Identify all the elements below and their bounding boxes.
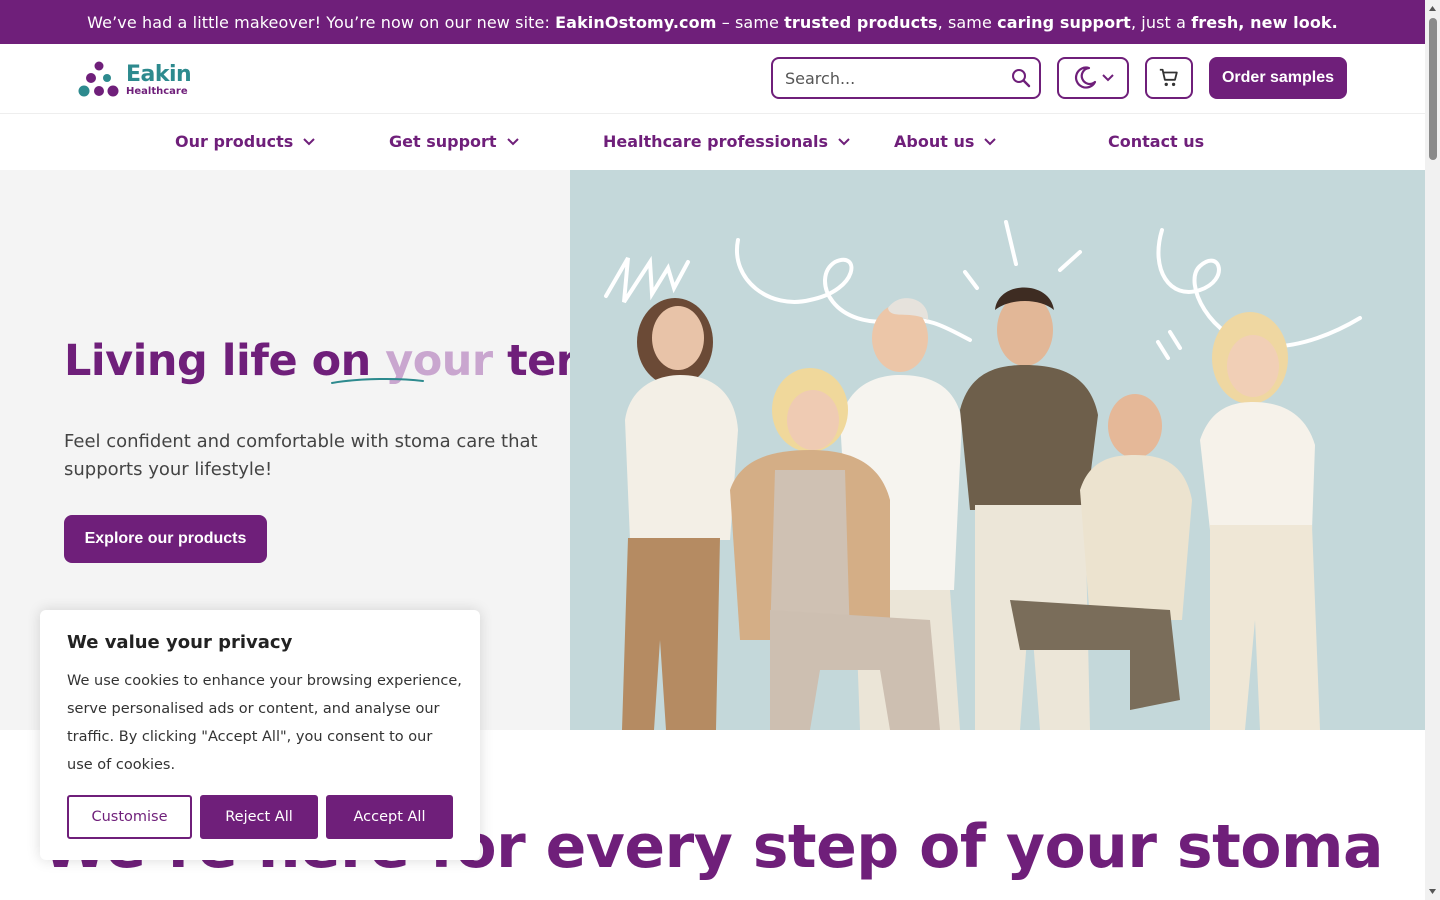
hero-subtitle: Feel confident and comfortable with stom… bbox=[64, 431, 538, 480]
logo-mark-icon bbox=[78, 61, 119, 97]
accept-all-button[interactable]: Accept All bbox=[326, 795, 453, 839]
crescent-moon-icon bbox=[1074, 66, 1097, 89]
hero-image bbox=[570, 170, 1425, 730]
nav-item-contact-us[interactable]: Contact us bbox=[1108, 132, 1204, 151]
cookie-consent-banner: We value your privacy We use cookies to … bbox=[40, 610, 480, 860]
page-scrollbar[interactable] bbox=[1425, 0, 1440, 900]
announcement-site-link[interactable]: EakinOstomy.com bbox=[555, 13, 716, 32]
nav-item-our-products[interactable]: Our products bbox=[175, 132, 316, 151]
scroll-down-arrow-icon[interactable] bbox=[1428, 887, 1437, 896]
order-samples-button[interactable]: Order samples bbox=[1209, 57, 1347, 99]
chevron-down-icon bbox=[838, 137, 850, 145]
logo[interactable]: Eakin Healthcare bbox=[78, 60, 198, 100]
theme-toggle-button[interactable] bbox=[1057, 57, 1129, 99]
chevron-down-icon bbox=[303, 137, 316, 145]
chevron-down-icon bbox=[984, 137, 997, 145]
nav-item-about-us[interactable]: About us bbox=[894, 132, 997, 151]
accent-underline bbox=[331, 377, 424, 384]
chevron-down-icon bbox=[1102, 74, 1114, 82]
scroll-thumb[interactable] bbox=[1429, 18, 1437, 160]
logo-wordmark: Eakin bbox=[126, 61, 192, 87]
nav-item-healthcare-professionals[interactable]: Healthcare professionals bbox=[603, 132, 850, 151]
search-box bbox=[771, 57, 1041, 99]
customise-button[interactable]: Customise bbox=[67, 795, 192, 839]
cart-button[interactable] bbox=[1145, 57, 1193, 99]
announcement-text: We’ve had a little makeover! You’re now … bbox=[87, 12, 1338, 32]
shopping-cart-icon bbox=[1159, 68, 1178, 87]
search-icon[interactable] bbox=[1011, 68, 1031, 88]
site-header: Eakin Healthcare Order samples bbox=[0, 44, 1425, 114]
announcement-bar: We’ve had a little makeover! You’re now … bbox=[0, 0, 1425, 44]
scroll-up-arrow-icon[interactable] bbox=[1428, 4, 1437, 13]
reject-all-button[interactable]: Reject All bbox=[200, 795, 318, 839]
cookie-title: We value your privacy bbox=[67, 632, 293, 653]
logo-subtext: Healthcare bbox=[126, 85, 188, 97]
explore-products-button[interactable]: Explore our products bbox=[64, 515, 267, 563]
cookie-text: We use cookies to enhance your browsing … bbox=[67, 673, 462, 773]
nav-item-get-support[interactable]: Get support bbox=[389, 132, 519, 151]
search-input[interactable] bbox=[785, 66, 1005, 90]
main-nav: Our products Get support Healthcare prof… bbox=[0, 114, 1425, 170]
group-photo-illustration bbox=[570, 170, 1425, 730]
chevron-down-icon bbox=[506, 137, 519, 145]
